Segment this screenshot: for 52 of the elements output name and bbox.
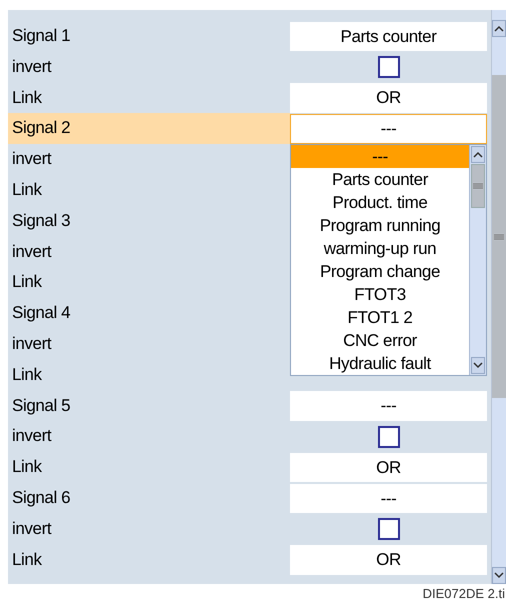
scroll-down-button[interactable] xyxy=(471,357,485,374)
checkbox[interactable] xyxy=(378,518,400,540)
dropdown-option[interactable]: Program running xyxy=(291,214,469,238)
field-label: invert xyxy=(11,56,52,78)
field-label: Link xyxy=(11,178,43,201)
caret-up-icon xyxy=(473,151,483,158)
signal-select[interactable]: --- xyxy=(290,484,487,514)
field-label: invert xyxy=(11,425,52,448)
dropdown-option[interactable]: Parts counter xyxy=(291,168,469,192)
link-select[interactable]: OR xyxy=(290,452,487,482)
signal-select[interactable]: --- xyxy=(290,391,487,421)
field-label: invert xyxy=(11,332,52,355)
caret-up-icon xyxy=(494,25,504,32)
scroll-down-button[interactable] xyxy=(492,567,506,584)
checkbox[interactable] xyxy=(378,56,400,78)
field-label: Signal 3 xyxy=(11,210,72,232)
scrollbar[interactable] xyxy=(491,10,506,584)
dropdown-option[interactable]: Product. time xyxy=(291,191,469,214)
dropdown-option[interactable]: FTOT1 2 xyxy=(291,306,469,330)
field-label: Link xyxy=(11,271,43,294)
signal-select[interactable]: --- xyxy=(290,114,487,144)
field-label: Signal 1 xyxy=(11,25,72,47)
scroll-up-button[interactable] xyxy=(492,20,506,37)
field-label: invert xyxy=(11,148,52,170)
dropdown-option[interactable]: CNC error xyxy=(291,329,469,352)
dropdown-scrollbar[interactable] xyxy=(469,145,486,376)
field-label: Signal 2 xyxy=(8,113,290,144)
field-label: invert xyxy=(11,518,52,540)
field-label: Link xyxy=(11,364,43,386)
image-caption: DIE072DE 2.ti xyxy=(422,585,505,599)
caret-down-icon xyxy=(494,572,504,579)
scrollbar-thumb[interactable] xyxy=(471,164,485,208)
scrollbar-thumb[interactable] xyxy=(492,75,506,398)
dropdown-list[interactable]: --- Parts counter Product. time Program running warming-up run Program change FTOT3 FTOT1 2 CNC error Hydraulic fault xyxy=(290,144,487,376)
scroll-up-button[interactable] xyxy=(471,146,485,164)
field-label: Link xyxy=(11,456,43,478)
field-label: Signal 5 xyxy=(11,394,72,417)
dropdown-option[interactable]: Program change xyxy=(291,260,469,284)
checkbox[interactable] xyxy=(378,426,400,448)
dropdown-option[interactable]: Hydraulic fault xyxy=(291,352,469,376)
link-select[interactable]: OR xyxy=(290,83,487,113)
field-label: Signal 6 xyxy=(11,486,72,509)
field-label: Signal 4 xyxy=(11,302,72,324)
signal-select[interactable]: Parts counter xyxy=(290,22,487,52)
field-label: Link xyxy=(11,548,43,571)
field-label: invert xyxy=(11,240,52,263)
link-select[interactable]: OR xyxy=(290,545,487,575)
caret-down-icon xyxy=(473,362,483,370)
dropdown-option[interactable]: warming-up run xyxy=(291,237,469,260)
field-label: Link xyxy=(11,86,43,109)
dropdown-option[interactable]: --- xyxy=(291,145,469,168)
dropdown-option[interactable]: FTOT3 xyxy=(291,283,469,306)
